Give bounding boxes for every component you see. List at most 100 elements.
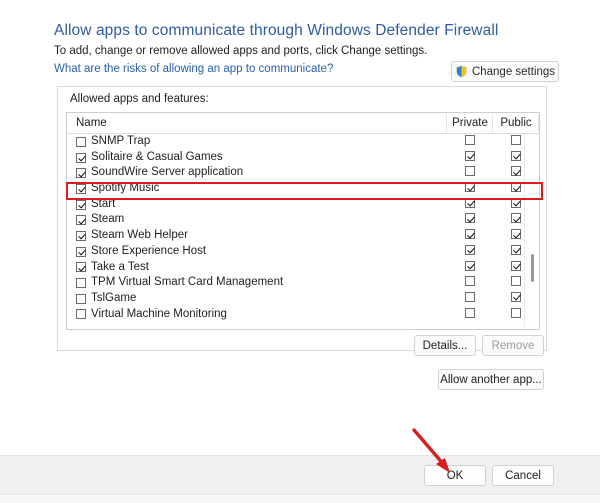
column-header-name[interactable]: Name [76,117,107,129]
app-name-label: Store Experience Host [91,244,207,257]
public-checkbox[interactable] [511,229,521,240]
public-checkbox[interactable] [511,291,521,302]
ok-button[interactable]: OK [424,465,486,486]
risks-link[interactable]: What are the risks of allowing an app to… [54,63,333,75]
table-row[interactable]: Virtual Machine Monitoring [67,307,539,323]
row-name-cell: SoundWire Server application [76,165,243,181]
allowed-apps-group-label: Allowed apps and features: [67,93,212,105]
private-cell [447,197,493,208]
private-checkbox[interactable] [465,197,475,208]
column-divider [446,115,447,132]
app-name-label: Spotify Music [91,182,160,195]
private-cell [447,182,493,193]
private-checkbox[interactable] [465,135,475,145]
row-name-cell: Take a Test [76,260,149,276]
scrollbar-thumb[interactable] [531,254,534,282]
allowed-apps-list[interactable]: Name Private Public SNMP Trap Solitaire &… [66,112,540,330]
private-cell [447,213,493,224]
private-checkbox[interactable] [465,166,475,177]
column-divider [492,115,493,132]
public-checkbox[interactable] [511,307,521,318]
private-cell [447,150,493,161]
app-name-label: Solitaire & Casual Games [91,150,223,163]
app-enabled-checkbox[interactable] [76,183,86,194]
private-cell [447,291,493,302]
row-name-cell: Start [76,197,115,213]
private-checkbox[interactable] [465,150,475,161]
private-checkbox[interactable] [465,229,475,240]
app-name-label: SoundWire Server application [91,166,244,179]
app-name-label: Steam [91,213,125,226]
app-enabled-checkbox[interactable] [76,230,86,241]
app-enabled-checkbox[interactable] [76,293,86,304]
page-title: Allow apps to communicate through Window… [54,22,499,39]
private-cell [447,276,493,287]
list-body: SNMP Trap Solitaire & Casual Games SoundWi… [67,134,539,329]
cancel-button[interactable]: Cancel [492,465,554,486]
app-name-label: TPM Virtual Smart Card Management [91,276,284,289]
app-enabled-checkbox[interactable] [76,168,86,179]
change-settings-button[interactable]: Change settings [451,61,559,82]
private-checkbox[interactable] [465,213,475,224]
table-row[interactable]: Start [67,197,539,213]
public-checkbox[interactable] [511,166,521,177]
private-checkbox[interactable] [465,260,475,271]
table-row[interactable]: SoundWire Server application [67,165,539,181]
app-enabled-checkbox[interactable] [76,152,86,163]
table-row[interactable]: TslGame [67,291,539,307]
table-row[interactable]: Take a Test [67,260,539,276]
app-enabled-checkbox[interactable] [76,278,86,289]
app-enabled-checkbox[interactable] [76,246,86,257]
footer-strip [0,496,600,503]
table-row[interactable]: Solitaire & Casual Games [67,150,539,166]
private-checkbox[interactable] [465,182,475,193]
public-checkbox[interactable] [511,244,521,255]
private-cell [447,135,493,145]
page-subtitle: To add, change or remove allowed apps an… [54,45,428,57]
app-enabled-checkbox[interactable] [76,262,86,273]
table-row[interactable]: Steam Web Helper [67,228,539,244]
private-checkbox[interactable] [465,244,475,255]
row-name-cell: TslGame [76,291,136,307]
row-name-cell: Steam Web Helper [76,228,188,244]
app-name-label: Take a Test [91,260,149,273]
app-enabled-checkbox[interactable] [76,136,86,147]
public-checkbox[interactable] [511,197,521,208]
private-cell [447,166,493,177]
public-checkbox[interactable] [511,260,521,271]
app-enabled-checkbox[interactable] [76,215,86,226]
private-checkbox[interactable] [465,276,475,287]
private-cell [447,260,493,271]
column-header-private[interactable]: Private [447,117,493,129]
list-scrollbar[interactable] [524,134,539,329]
column-divider [538,115,539,132]
row-name-cell: Store Experience Host [76,244,206,260]
table-row[interactable]: SNMP Trap [67,134,539,150]
row-name-cell: Steam [76,212,124,228]
public-checkbox[interactable] [511,182,521,193]
public-checkbox[interactable] [511,276,521,287]
public-checkbox[interactable] [511,150,521,161]
public-checkbox[interactable] [511,213,521,224]
row-name-cell: Spotify Music [76,181,159,197]
app-name-label: TslGame [91,291,137,304]
app-enabled-checkbox[interactable] [76,309,86,320]
table-row[interactable]: Store Experience Host [67,244,539,260]
table-row[interactable]: Spotify Music [67,181,539,197]
column-header-public[interactable]: Public [493,117,539,129]
shield-icon [455,65,468,78]
change-settings-label: Change settings [471,65,556,78]
details-button[interactable]: Details... [414,335,476,356]
table-row[interactable]: TPM Virtual Smart Card Management [67,275,539,291]
app-name-label: Virtual Machine Monitoring [91,307,227,320]
table-row[interactable]: Steam [67,212,539,228]
list-header: Name Private Public [67,113,539,134]
public-checkbox[interactable] [511,135,521,145]
private-cell [447,229,493,240]
private-cell [447,307,493,318]
allow-another-app-button[interactable]: Allow another app... [438,369,544,390]
private-checkbox[interactable] [465,291,475,302]
app-name-label: SNMP Trap [91,135,151,147]
private-checkbox[interactable] [465,307,475,318]
app-enabled-checkbox[interactable] [76,199,86,210]
